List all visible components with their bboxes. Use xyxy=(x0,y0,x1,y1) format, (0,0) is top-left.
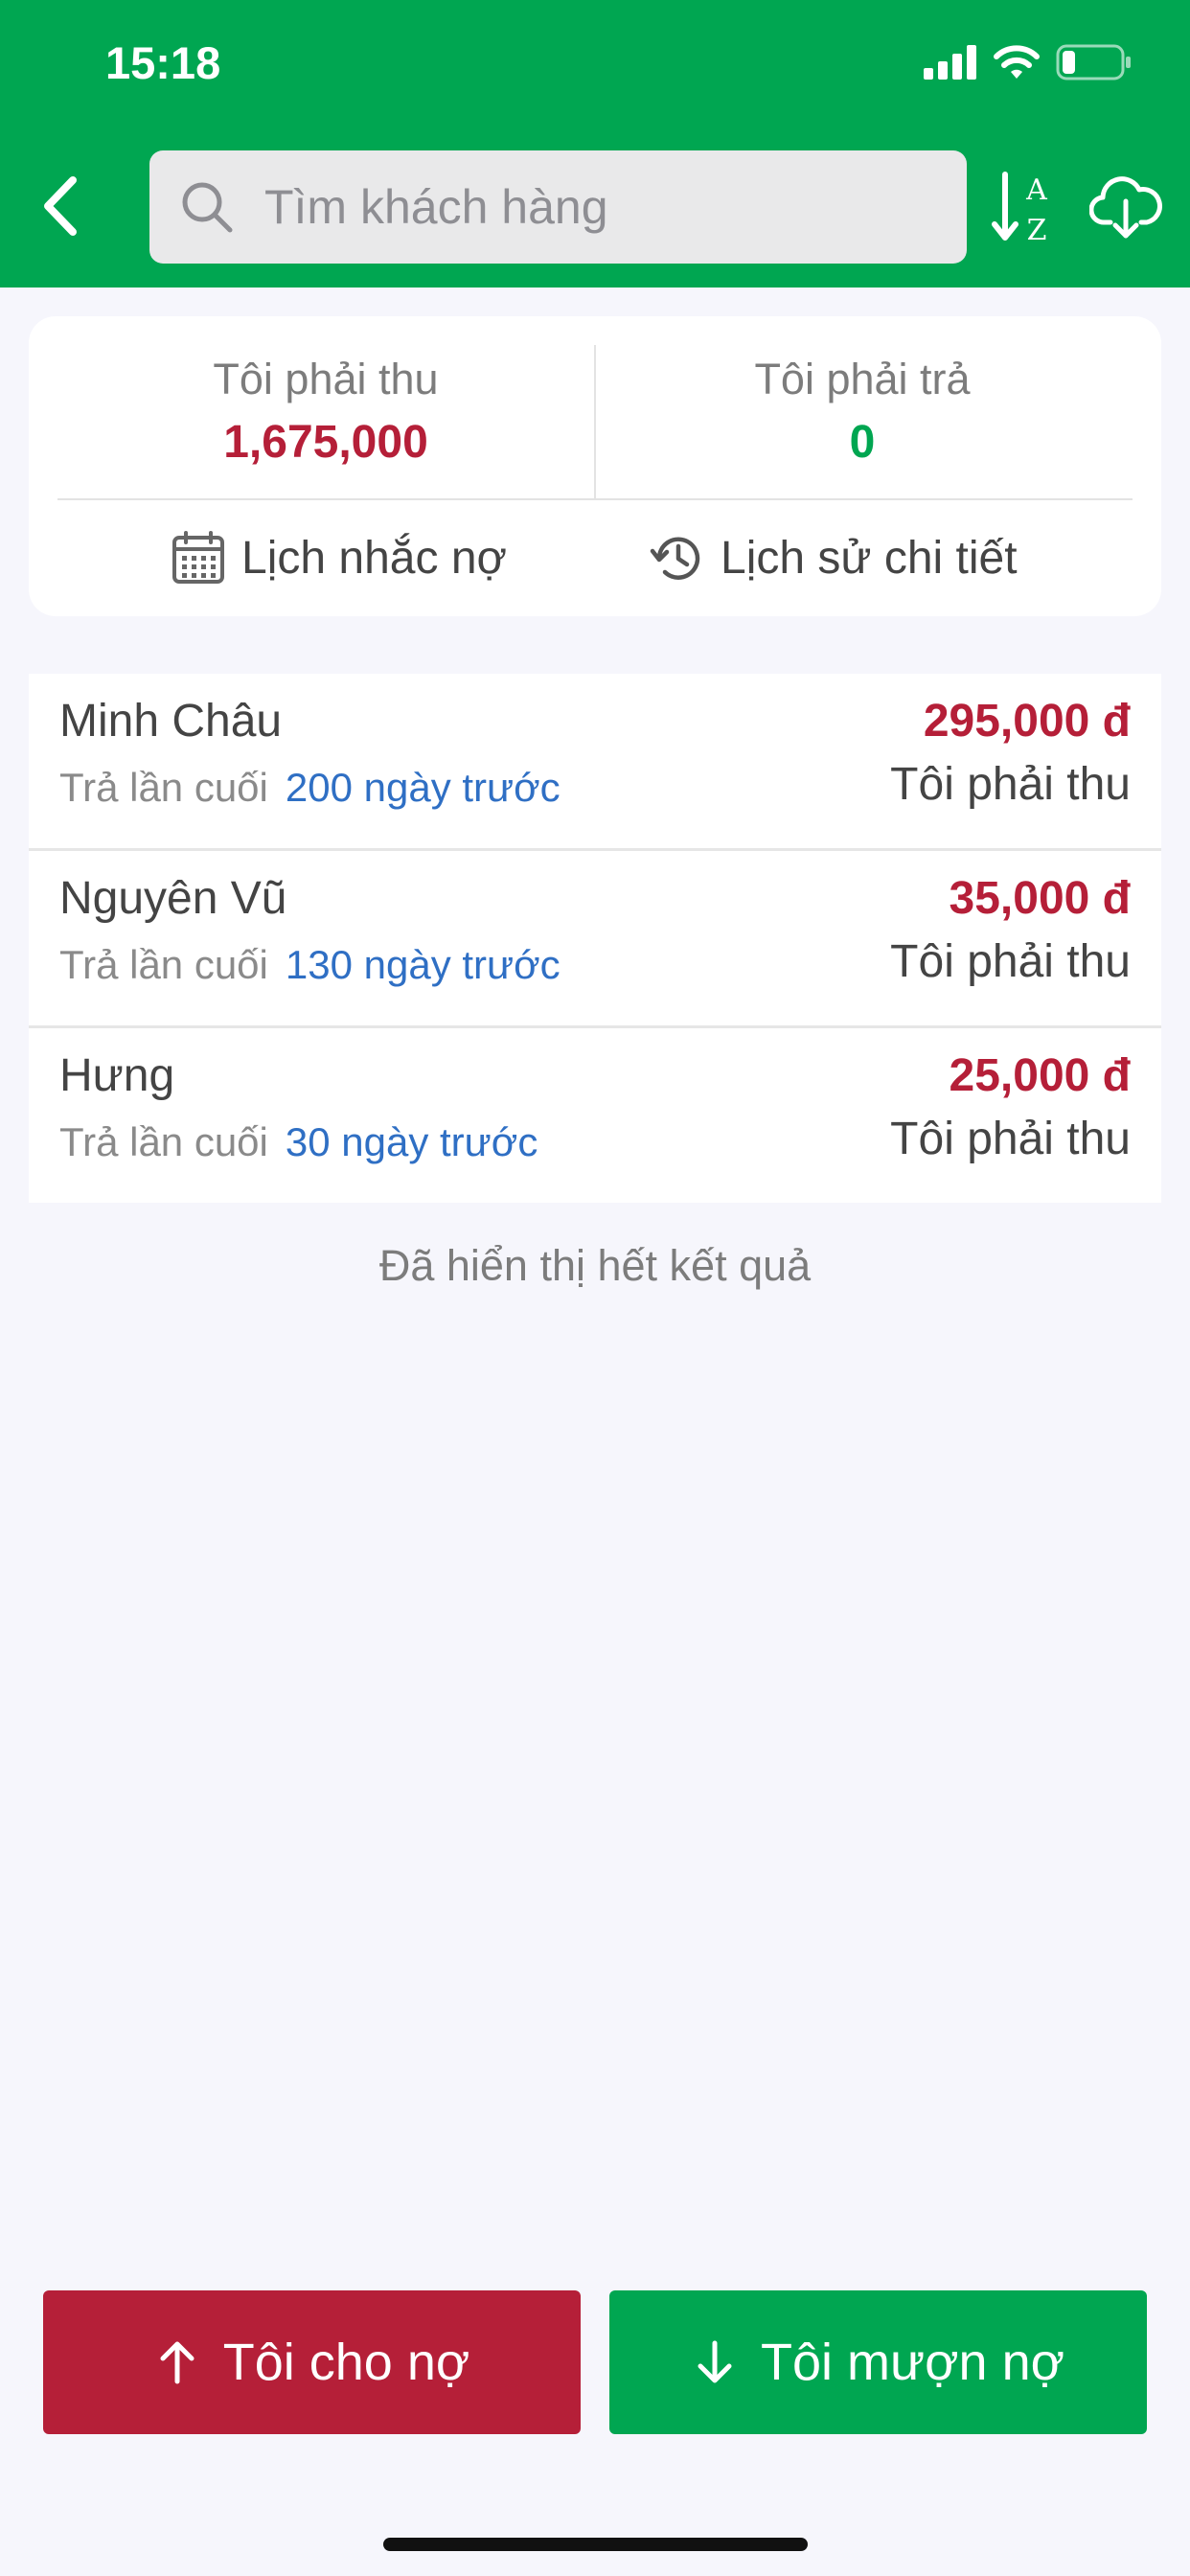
receivable-label: Tôi phải thu xyxy=(213,355,439,403)
last-payment-label: Trả lần cuối xyxy=(59,765,268,810)
payable-label: Tôi phải trả xyxy=(754,355,971,403)
receivable-summary[interactable]: Tôi phải thu 1,675,000 xyxy=(29,355,623,469)
last-payment-ago: 130 ngày trước xyxy=(285,942,561,987)
borrow-debt-button[interactable]: Tôi mượn nợ xyxy=(609,2290,1147,2434)
last-payment-label: Trả lần cuối xyxy=(59,1119,268,1164)
last-payment: Trả lần cuối 200 ngày trước xyxy=(59,765,561,811)
lend-debt-button[interactable]: Tôi cho nợ xyxy=(43,2290,581,2434)
last-payment-label: Trả lần cuối xyxy=(59,942,268,987)
borrow-debt-label: Tôi mượn nợ xyxy=(760,2334,1065,2391)
customer-name: Minh Châu xyxy=(59,696,283,747)
svg-text:A: A xyxy=(1025,173,1047,207)
detail-history-label: Lịch sử chi tiết xyxy=(721,532,1018,584)
payable-value: 0 xyxy=(849,417,876,468)
history-icon xyxy=(650,537,700,580)
last-payment: Trả lần cuối 130 ngày trước xyxy=(59,942,561,988)
customer-list: Minh Châu Trả lần cuối 200 ngày trước 29… xyxy=(29,674,1161,1203)
last-payment-ago: 30 ngày trước xyxy=(285,1119,538,1164)
app-header: 15:18 Tìm khách hàng A Z xyxy=(0,0,1190,288)
debt-amount: 35,000 đ xyxy=(949,873,1131,924)
end-of-results-text: Đã hiển thị hết kết quả xyxy=(378,1241,812,1290)
calendar-icon xyxy=(172,531,224,584)
last-payment: Trả lần cuối 30 ngày trước xyxy=(59,1119,538,1165)
debt-type: Tôi phải thu xyxy=(890,759,1131,810)
cloud-download-icon[interactable] xyxy=(1089,172,1162,240)
arrow-down-icon xyxy=(698,2340,732,2383)
search-icon xyxy=(182,182,233,233)
debt-reminder-label: Lịch nhắc nợ xyxy=(241,532,507,584)
debt-type: Tôi phải thu xyxy=(890,1114,1131,1164)
debt-type: Tôi phải thu xyxy=(890,936,1131,987)
summary-divider-horizontal xyxy=(57,498,1133,500)
payable-summary[interactable]: Tôi phải trả 0 xyxy=(594,355,1131,469)
battery-icon xyxy=(1056,44,1131,80)
last-payment-ago: 200 ngày trước xyxy=(285,765,561,810)
customer-row[interactable]: Minh Châu Trả lần cuối 200 ngày trước 29… xyxy=(29,674,1161,851)
customer-name: Nguyên Vũ xyxy=(59,873,287,924)
svg-text:Z: Z xyxy=(1027,214,1047,243)
back-icon[interactable] xyxy=(36,172,84,240)
status-time: 15:18 xyxy=(105,37,221,88)
customer-name: Hưng xyxy=(59,1050,175,1101)
debt-reminder-button[interactable]: Lịch nhắc nợ xyxy=(171,529,507,586)
lend-debt-label: Tôi cho nợ xyxy=(222,2334,470,2391)
debt-amount: 25,000 đ xyxy=(949,1050,1131,1101)
signal-icon xyxy=(924,45,976,80)
sort-az-icon[interactable]: A Z xyxy=(992,171,1055,243)
search-placeholder: Tìm khách hàng xyxy=(264,180,608,234)
customer-row[interactable]: Nguyên Vũ Trả lần cuối 130 ngày trước 35… xyxy=(29,851,1161,1028)
detail-history-button[interactable]: Lịch sử chi tiết xyxy=(650,529,1018,586)
home-indicator[interactable] xyxy=(383,2538,808,2551)
arrow-up-icon xyxy=(160,2341,195,2384)
status-icons xyxy=(924,43,1133,81)
summary-card: Tôi phải thu 1,675,000 Tôi phải trả 0 Lị… xyxy=(29,316,1161,616)
receivable-value: 1,675,000 xyxy=(223,417,428,468)
customer-row[interactable]: Hưng Trả lần cuối 30 ngày trước 25,000 đ… xyxy=(29,1028,1161,1203)
search-input[interactable]: Tìm khách hàng xyxy=(149,150,967,264)
debt-amount: 295,000 đ xyxy=(923,696,1131,747)
wifi-icon xyxy=(994,45,1040,79)
